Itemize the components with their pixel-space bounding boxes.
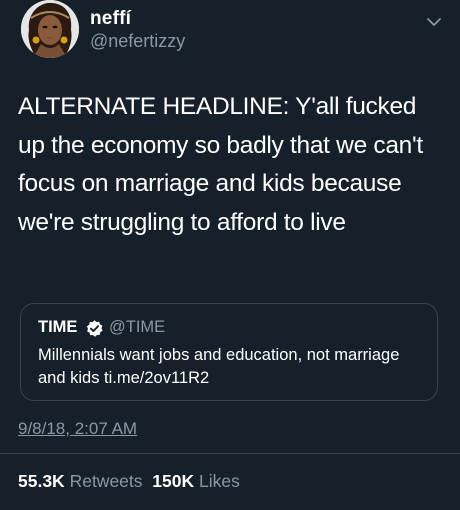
- divider: [0, 453, 460, 454]
- avatar-portrait-icon: [21, 0, 79, 58]
- display-name[interactable]: neffí: [90, 8, 131, 30]
- likes-stat[interactable]: 150K Likes: [152, 471, 240, 491]
- retweets-label: Retweets: [69, 471, 143, 491]
- tweet-timestamp[interactable]: 9/8/18, 2:07 AM: [18, 419, 137, 439]
- likes-count: 150K: [152, 471, 195, 491]
- chevron-down-icon[interactable]: [424, 12, 444, 32]
- quoted-tweet-handle: @TIME: [109, 318, 166, 336]
- retweets-count: 55.3K: [18, 471, 65, 491]
- retweets-stat[interactable]: 55.3K Retweets: [18, 471, 143, 491]
- likes-label: Likes: [198, 471, 240, 491]
- tweet-stats: 55.3K Retweets 150K Likes: [18, 471, 240, 492]
- tweet-text: ALTERNATE HEADLINE: Y'all fucked up the …: [18, 93, 423, 236]
- user-handle[interactable]: @nefertizzy: [90, 31, 185, 52]
- avatar[interactable]: [21, 0, 79, 58]
- quoted-tweet-name: TIME: [38, 318, 78, 336]
- verified-badge-icon: [86, 320, 103, 337]
- tweet: neffí @nefertizzy ALTERNATE HEADLINE: Y'…: [0, 0, 460, 510]
- quoted-tweet-card[interactable]: TIME @TIME Millennials want jobs and edu…: [20, 303, 438, 401]
- quoted-tweet-text: Millennials want jobs and education, not…: [38, 346, 400, 387]
